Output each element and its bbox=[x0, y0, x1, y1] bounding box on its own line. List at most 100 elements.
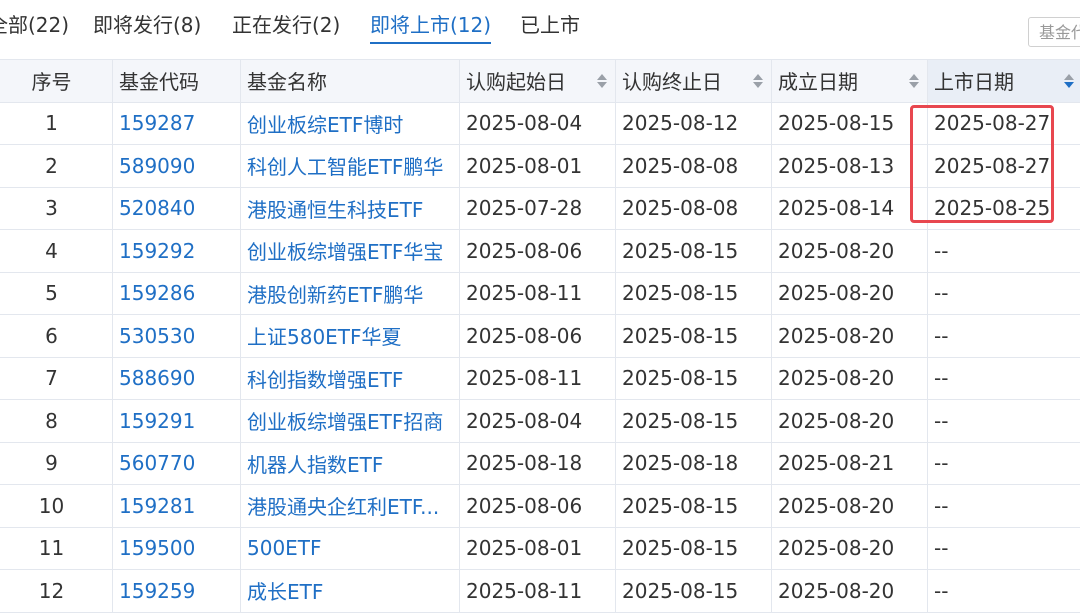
fund-name-link[interactable]: 机器人指数ETF bbox=[241, 442, 460, 485]
sub-end-cell: 2025-08-15 bbox=[616, 230, 772, 273]
tab-upcoming-issue[interactable]: 即将发行(8) bbox=[93, 10, 201, 40]
list-date-cell: -- bbox=[928, 527, 1080, 570]
sort-arrows-icon[interactable] bbox=[1064, 74, 1074, 88]
tab-issuing[interactable]: 正在发行(2) bbox=[232, 10, 340, 40]
table-row[interactable]: 2589090科创人工智能ETF鹏华2025-08-012025-08-0820… bbox=[0, 145, 1080, 188]
header-sub-end-label: 认购终止日 bbox=[622, 70, 722, 94]
table-row[interactable]: 12159259成长ETF2025-08-112025-08-152025-08… bbox=[0, 570, 1080, 613]
table-row[interactable]: 7588690科创指数增强ETF2025-08-112025-08-152025… bbox=[0, 357, 1080, 400]
est-date-cell: 2025-08-21 bbox=[772, 442, 928, 485]
fund-code-link[interactable]: 530530 bbox=[113, 315, 241, 358]
header-name: 基金名称 bbox=[241, 60, 460, 103]
sub-start-cell: 2025-08-11 bbox=[460, 570, 616, 613]
fund-code-link[interactable]: 560770 bbox=[113, 442, 241, 485]
fund-name-link[interactable]: 港股通恒生科技ETF bbox=[241, 187, 460, 230]
fund-name-link[interactable]: 创业板综ETF博时 bbox=[241, 102, 460, 145]
sub-end-cell: 2025-08-08 bbox=[616, 145, 772, 188]
sort-arrows-icon[interactable] bbox=[753, 74, 763, 88]
est-date-cell: 2025-08-15 bbox=[772, 102, 928, 145]
fund-code-link[interactable]: 159292 bbox=[113, 230, 241, 273]
row-index: 4 bbox=[0, 230, 113, 273]
list-date-cell: -- bbox=[928, 442, 1080, 485]
tab-upcoming-listing[interactable]: 即将上市(12) bbox=[370, 10, 491, 40]
row-index: 8 bbox=[0, 400, 113, 443]
row-index: 10 bbox=[0, 485, 113, 528]
sub-start-cell: 2025-08-18 bbox=[460, 442, 616, 485]
est-date-cell: 2025-08-20 bbox=[772, 570, 928, 613]
fund-name-link[interactable]: 500ETF bbox=[241, 527, 460, 570]
list-date-cell: 2025-08-27 bbox=[928, 145, 1080, 188]
sub-end-cell: 2025-08-15 bbox=[616, 570, 772, 613]
est-date-cell: 2025-08-20 bbox=[772, 485, 928, 528]
fund-name-link[interactable]: 港股创新药ETF鹏华 bbox=[241, 272, 460, 315]
table-row[interactable]: 6530530上证580ETF华夏2025-08-062025-08-15202… bbox=[0, 315, 1080, 358]
fund-code-link[interactable]: 520840 bbox=[113, 187, 241, 230]
sub-end-cell: 2025-08-08 bbox=[616, 187, 772, 230]
table-row[interactable]: 1159287创业板综ETF博时2025-08-042025-08-122025… bbox=[0, 102, 1080, 145]
fund-code-link[interactable]: 159281 bbox=[113, 485, 241, 528]
est-date-cell: 2025-08-20 bbox=[772, 230, 928, 273]
header-sub-end[interactable]: 认购终止日 bbox=[616, 60, 772, 103]
tab-all[interactable]: 全部(22) bbox=[0, 10, 69, 40]
header-code: 基金代码 bbox=[113, 60, 241, 103]
sort-arrows-icon[interactable] bbox=[597, 74, 607, 88]
fund-name-link[interactable]: 成长ETF bbox=[241, 570, 460, 613]
fund-code-link[interactable]: 589090 bbox=[113, 145, 241, 188]
fund-name-link[interactable]: 科创指数增强ETF bbox=[241, 357, 460, 400]
fund-code-link[interactable]: 159286 bbox=[113, 272, 241, 315]
fund-name-link[interactable]: 创业板综增强ETF招商 bbox=[241, 400, 460, 443]
row-index: 1 bbox=[0, 102, 113, 145]
sub-start-cell: 2025-08-01 bbox=[460, 145, 616, 188]
search-input[interactable]: 基金代码/名称 bbox=[1028, 17, 1080, 47]
est-date-cell: 2025-08-13 bbox=[772, 145, 928, 188]
table-row[interactable]: 9560770机器人指数ETF2025-08-182025-08-182025-… bbox=[0, 442, 1080, 485]
tab-listed[interactable]: 已上市 bbox=[520, 10, 580, 40]
row-index: 11 bbox=[0, 527, 113, 570]
table-body: 1159287创业板综ETF博时2025-08-042025-08-122025… bbox=[0, 102, 1080, 612]
table-row[interactable]: 3520840港股通恒生科技ETF2025-07-282025-08-08202… bbox=[0, 187, 1080, 230]
sort-arrows-icon[interactable] bbox=[909, 74, 919, 88]
list-date-cell: 2025-08-27 bbox=[928, 102, 1080, 145]
list-date-cell: 2025-08-25 bbox=[928, 187, 1080, 230]
table-row[interactable]: 11159500500ETF2025-08-012025-08-152025-0… bbox=[0, 527, 1080, 570]
fund-code-link[interactable]: 159291 bbox=[113, 400, 241, 443]
list-date-cell: -- bbox=[928, 357, 1080, 400]
fund-name-link[interactable]: 科创人工智能ETF鹏华 bbox=[241, 145, 460, 188]
sub-end-cell: 2025-08-15 bbox=[616, 527, 772, 570]
header-idx: 序号 bbox=[0, 60, 113, 103]
fund-name-link[interactable]: 港股通央企红利ETF... bbox=[241, 485, 460, 528]
sub-start-cell: 2025-08-06 bbox=[460, 315, 616, 358]
sub-end-cell: 2025-08-15 bbox=[616, 357, 772, 400]
sub-end-cell: 2025-08-12 bbox=[616, 102, 772, 145]
list-date-cell: -- bbox=[928, 230, 1080, 273]
list-date-cell: -- bbox=[928, 485, 1080, 528]
table-row[interactable]: 10159281港股通央企红利ETF...2025-08-062025-08-1… bbox=[0, 485, 1080, 528]
list-date-cell: -- bbox=[928, 272, 1080, 315]
table-header-row: 序号 基金代码 基金名称 认购起始日 认购终止日 成立日期 上市日期 bbox=[0, 60, 1080, 103]
header-sub-start[interactable]: 认购起始日 bbox=[460, 60, 616, 103]
fund-name-link[interactable]: 创业板综增强ETF华宝 bbox=[241, 230, 460, 273]
fund-code-link[interactable]: 159287 bbox=[113, 102, 241, 145]
header-sub-start-label: 认购起始日 bbox=[466, 70, 566, 94]
fund-name-link[interactable]: 上证580ETF华夏 bbox=[241, 315, 460, 358]
header-est-date[interactable]: 成立日期 bbox=[772, 60, 928, 103]
fund-code-link[interactable]: 159259 bbox=[113, 570, 241, 613]
table-row[interactable]: 4159292创业板综增强ETF华宝2025-08-062025-08-1520… bbox=[0, 230, 1080, 273]
est-date-cell: 2025-08-14 bbox=[772, 187, 928, 230]
sub-end-cell: 2025-08-15 bbox=[616, 485, 772, 528]
fund-code-link[interactable]: 159500 bbox=[113, 527, 241, 570]
list-date-cell: -- bbox=[928, 315, 1080, 358]
est-date-cell: 2025-08-20 bbox=[772, 400, 928, 443]
row-index: 5 bbox=[0, 272, 113, 315]
row-index: 2 bbox=[0, 145, 113, 188]
est-date-cell: 2025-08-20 bbox=[772, 272, 928, 315]
header-list-date[interactable]: 上市日期 bbox=[928, 60, 1080, 103]
fund-table: 序号 基金代码 基金名称 认购起始日 认购终止日 成立日期 上市日期 11592… bbox=[0, 59, 1080, 613]
table-row[interactable]: 5159286港股创新药ETF鹏华2025-08-112025-08-15202… bbox=[0, 272, 1080, 315]
table-row[interactable]: 8159291创业板综增强ETF招商2025-08-042025-08-1520… bbox=[0, 400, 1080, 443]
list-date-cell: -- bbox=[928, 570, 1080, 613]
header-est-date-label: 成立日期 bbox=[778, 70, 858, 94]
est-date-cell: 2025-08-20 bbox=[772, 357, 928, 400]
fund-code-link[interactable]: 588690 bbox=[113, 357, 241, 400]
sub-start-cell: 2025-08-06 bbox=[460, 485, 616, 528]
